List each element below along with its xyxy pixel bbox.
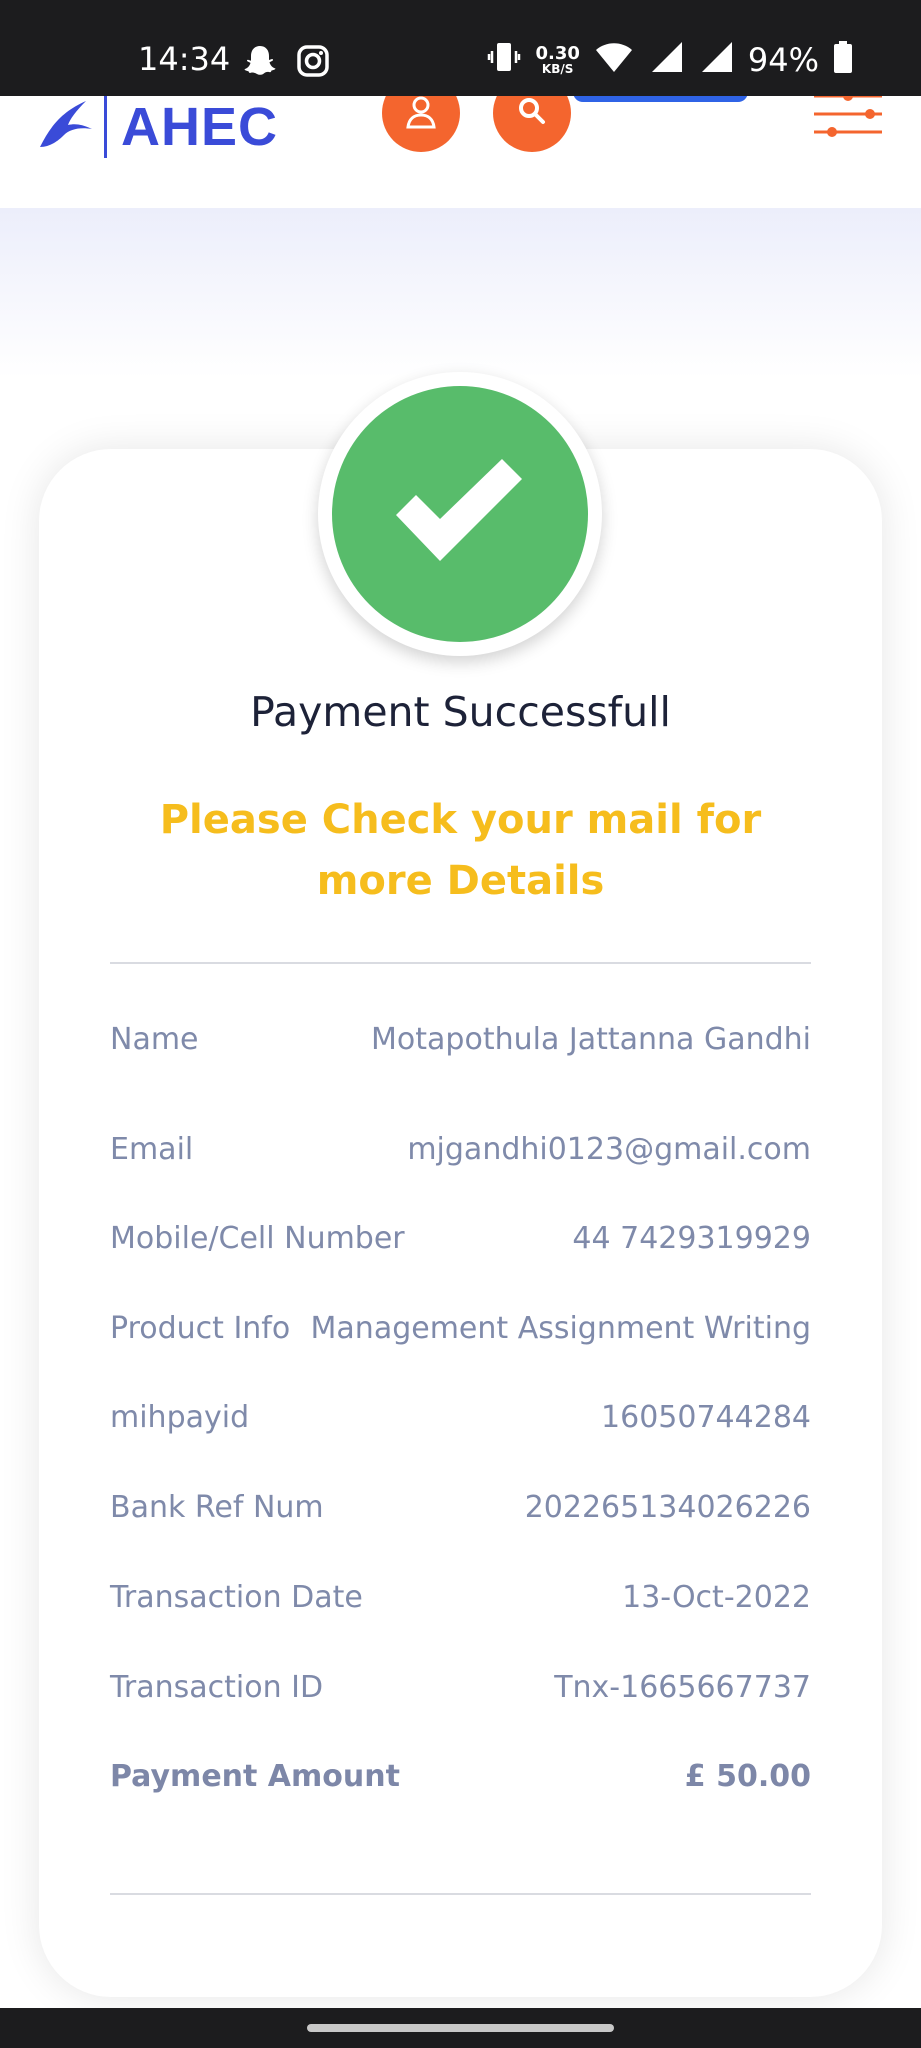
menu-button[interactable] <box>808 96 888 146</box>
wifi-icon <box>594 40 634 79</box>
success-badge <box>318 372 602 656</box>
detail-value: Tnx-1665667737 <box>554 1669 811 1705</box>
swallow-logo-icon <box>38 97 94 158</box>
payment-status-title: Payment Successfull <box>250 688 671 736</box>
site-header: AHEC <box>0 96 921 208</box>
payment-amount-value: £ 50.00 <box>684 1758 811 1794</box>
battery-percent: 94% <box>747 40 819 79</box>
detail-row-payment-amount: Payment Amount £ 50.00 <box>110 1751 811 1801</box>
logo-divider <box>104 96 107 158</box>
detail-value: Motapothula Jattanna Gandhi <box>371 1021 811 1057</box>
system-nav-bar <box>0 2008 921 2048</box>
logo-text: AHEC <box>121 97 279 157</box>
site-logo[interactable]: AHEC <box>38 96 278 158</box>
detail-row-mobile: Mobile/Cell Number 44 7429319929 <box>110 1213 811 1263</box>
snapchat-icon <box>242 43 278 84</box>
detail-label: Name <box>110 1021 199 1057</box>
detail-value: 44 7429319929 <box>572 1220 811 1256</box>
detail-row-email: Email mjgandhi0123@gmail.com <box>110 1124 811 1174</box>
instagram-icon <box>296 44 330 83</box>
vibrate-icon <box>487 40 521 79</box>
divider <box>110 1893 811 1895</box>
detail-row-product: Product Info Management Assignment Writi… <box>110 1303 811 1353</box>
user-button[interactable] <box>382 96 460 152</box>
search-button[interactable] <box>493 96 571 152</box>
checkmark-icon <box>390 457 530 572</box>
mail-notice: Please Check your mail for more Details <box>159 797 762 904</box>
status-bar: 14:34 0.30 KB/S 94% <box>0 0 921 96</box>
network-speed: 0.30 KB/S <box>535 42 580 76</box>
detail-label: Email <box>110 1131 194 1167</box>
detail-row-bank-ref: Bank Ref Num 202265134026226 <box>110 1482 811 1532</box>
user-icon <box>403 96 439 134</box>
signal-icon <box>648 40 684 79</box>
detail-row-mihpayid: mihpayid 16050744284 <box>110 1392 811 1442</box>
filter-menu-icon <box>808 96 888 150</box>
detail-row-transaction-id: Transaction ID Tnx-1665667737 <box>110 1662 811 1712</box>
detail-row-transaction-date: Transaction Date 13-Oct-2022 <box>110 1572 811 1622</box>
battery-icon <box>833 40 853 79</box>
detail-row-name: Name Motapothula Jattanna Gandhi <box>110 1014 811 1064</box>
detail-value: 16050744284 <box>601 1399 811 1435</box>
detail-label: Payment Amount <box>110 1758 400 1794</box>
detail-label: Product Info <box>110 1310 291 1346</box>
home-gesture-handle[interactable] <box>307 2024 614 2032</box>
detail-value: mjgandhi0123@gmail.com <box>407 1131 811 1167</box>
detail-label: Bank Ref Num <box>110 1489 324 1525</box>
detail-label: Transaction Date <box>110 1579 363 1615</box>
detail-value: Management Assignment Writing <box>310 1310 811 1346</box>
header-tab[interactable] <box>573 96 748 102</box>
detail-label: mihpayid <box>110 1399 250 1435</box>
detail-label: Mobile/Cell Number <box>110 1220 405 1256</box>
search-icon <box>516 96 548 132</box>
detail-value: 202265134026226 <box>524 1489 811 1525</box>
detail-label: Transaction ID <box>110 1669 324 1705</box>
status-time: 14:34 <box>138 40 231 78</box>
divider <box>110 962 811 964</box>
signal-icon <box>698 40 734 79</box>
detail-value: 13-Oct-2022 <box>622 1579 811 1615</box>
